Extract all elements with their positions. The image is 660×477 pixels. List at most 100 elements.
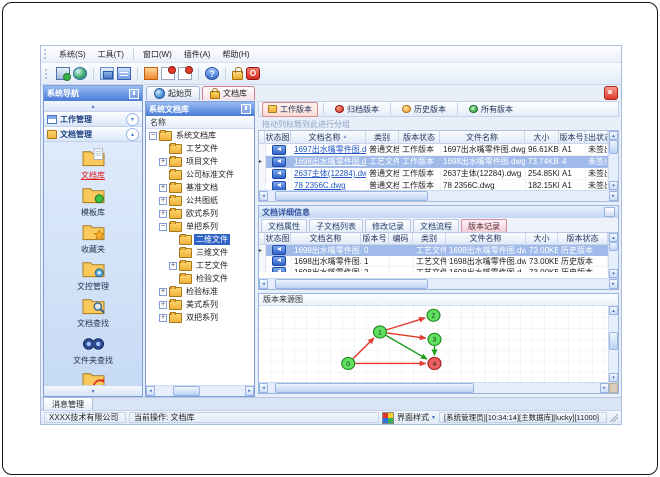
toolbar-grip[interactable] (45, 68, 50, 79)
tree-node-9[interactable]: 三维文件 (146, 246, 254, 259)
scroll-thumb[interactable] (609, 332, 618, 350)
sidebar-item-5[interactable]: 文件夹查找 (73, 332, 113, 366)
tree-node-11[interactable]: 检验文件 (146, 272, 254, 285)
version-button-3[interactable]: 所有版本 (463, 102, 519, 117)
column-header-2[interactable]: 版本号 (361, 233, 389, 245)
cell-1-7[interactable]: 历史版本 (559, 256, 608, 267)
message-manager-tab[interactable]: 消息管理 (43, 397, 93, 410)
tree-node-8[interactable]: 二维文件 (146, 233, 254, 246)
scroll-right-button[interactable]: ▸ (609, 279, 618, 289)
cell-2-1[interactable]: 2637主体(12284).dwg (292, 168, 367, 180)
scroll-up-button[interactable]: ▴ (609, 233, 618, 242)
cell-0-4[interactable]: 1697出水嘴零件图.dwg (441, 144, 526, 156)
doc-badge-icon[interactable] (161, 66, 176, 80)
column-header-2[interactable]: 类别 (366, 131, 399, 144)
menu-item-1[interactable]: 工具(T) (92, 48, 130, 61)
detail-tab-2[interactable]: 修改记录 (365, 219, 411, 232)
scroll-right-button[interactable]: ▸ (245, 386, 254, 396)
cell-0-2[interactable]: 普通文档 (367, 144, 400, 156)
cell-2-7[interactable]: 历史版本 (559, 267, 608, 272)
sidebar-group-doc[interactable]: 文档管理 (44, 127, 142, 142)
cell-3-0[interactable] (266, 180, 292, 190)
column-header-4[interactable]: 类别 (413, 233, 446, 245)
scroll-left-button[interactable]: ◂ (259, 279, 268, 289)
tree-node-0[interactable]: − 系统文档库 (146, 129, 254, 142)
version-button-1[interactable]: 归档版本 (329, 102, 385, 117)
column-header-3[interactable]: 版本状态 (399, 131, 440, 144)
tree-node-10[interactable]: + 工艺文件 (146, 259, 254, 272)
scroll-up-button[interactable]: ▴ (609, 306, 618, 315)
cell-2-4[interactable]: 工艺文件 (414, 267, 447, 272)
cell-1-6[interactable]: 73.00KB (527, 256, 559, 267)
cell-3-4[interactable]: 78 2356C.dwg (441, 180, 526, 190)
tree-node-7[interactable]: − 单把系列 (146, 220, 254, 233)
scroll-track[interactable] (268, 279, 609, 289)
tree-node-6[interactable]: + 欧式系列 (146, 207, 254, 220)
cell-3-6[interactable]: A1 (560, 180, 586, 190)
theme-palette-icon[interactable] (382, 411, 395, 424)
chevron-down-icon[interactable] (126, 112, 139, 126)
cell-2-2[interactable]: 2 (362, 267, 390, 272)
doc-badge2-icon[interactable] (178, 66, 193, 80)
lock-icon[interactable] (232, 67, 243, 80)
tree-node-1[interactable]: 工艺文件 (146, 142, 254, 155)
cell-0-1[interactable]: 1697出水嘴零件图.dwg (292, 144, 367, 156)
sidebar-item-1[interactable]: 模板库 (81, 184, 106, 218)
cell-1-5[interactable]: 1698出水嘴零件图.dwg (447, 256, 527, 267)
tree-hscrollbar[interactable]: ◂ ▸ (146, 385, 254, 396)
scroll-thumb[interactable] (274, 191, 429, 201)
cell-2-0[interactable] (266, 267, 292, 272)
detail-tab-4[interactable]: 版本记录 (461, 219, 507, 232)
close-tab-button[interactable] (604, 86, 618, 100)
cell-1-0[interactable] (266, 156, 292, 168)
grid-vscrollbar[interactable]: ▴ ▾ (608, 131, 618, 190)
cell-2-2[interactable]: 普通文档 (367, 168, 400, 180)
detail-tab-0[interactable]: 文档属性 (261, 219, 307, 232)
expand-icon[interactable]: + (169, 261, 177, 270)
graph-vscrollbar[interactable]: ▴ ▾ (608, 306, 618, 382)
monitor-icon[interactable] (56, 67, 71, 81)
grid-hscrollbar[interactable]: ◂ ▸ (259, 278, 618, 289)
collapse-icon[interactable]: − (149, 131, 157, 140)
expand-icon[interactable]: + (159, 157, 167, 166)
column-header-7[interactable]: 签出状态 (585, 131, 608, 144)
exit-icon[interactable] (246, 67, 260, 80)
scroll-down-button[interactable]: ▾ (609, 373, 618, 382)
cell-2-7[interactable]: 未签出 (586, 168, 608, 180)
column-header-0[interactable]: 状态图 (265, 233, 291, 245)
expand-icon[interactable]: + (159, 183, 167, 192)
scroll-thumb[interactable] (173, 386, 200, 396)
cell-0-3[interactable] (390, 245, 414, 256)
cell-1-4[interactable]: 工艺文件 (414, 256, 447, 267)
cell-0-1[interactable]: 1698出水嘴零件图.dwg (292, 245, 362, 256)
pin-icon[interactable] (129, 88, 139, 99)
column-header-3[interactable]: 编码 (389, 233, 413, 245)
cell-2-5[interactable]: 1698出水嘴零件图.d (447, 267, 527, 272)
cell-2-5[interactable]: 254.85KB (526, 168, 560, 180)
detail-panel-button[interactable] (604, 207, 615, 217)
tab-start-page[interactable]: 起始页 (146, 86, 200, 100)
column-header-6[interactable]: 版本号 (559, 131, 585, 144)
table-row-1[interactable]: 1698出水嘴零件图.dwg1工艺文件1698出水嘴零件图.dwg73.00KB… (259, 256, 608, 267)
cell-1-6[interactable]: 4 (560, 156, 586, 168)
scroll-left-button[interactable]: ◂ (259, 191, 268, 201)
tree-node-2[interactable]: + 项目文件 (146, 155, 254, 168)
sidebar-item-4[interactable]: 文档查找 (77, 295, 109, 329)
table-row-0[interactable]: 1698出水嘴零件图.dwg0工艺文件1698出水嘴零件图.dwg73.00KB… (259, 245, 608, 256)
grid-vscrollbar[interactable]: ▴ ▾ (608, 233, 618, 278)
cell-3-7[interactable]: 未签出 (586, 180, 608, 190)
column-header-0[interactable]: 状态图 (265, 131, 291, 144)
cell-0-7[interactable]: 历史版本 (559, 245, 608, 256)
cell-1-3[interactable] (390, 256, 414, 267)
scroll-thumb[interactable] (274, 279, 429, 289)
table-row-1[interactable]: 1698出水嘴零件图.dwg工艺文件工作版本1698出水嘴零件图.dwg73.7… (259, 156, 608, 168)
cell-3-3[interactable]: 工作版本 (400, 180, 441, 190)
cell-1-4[interactable]: 1698出水嘴零件图.dwg (441, 156, 526, 168)
scroll-thumb[interactable] (274, 383, 474, 393)
scroll-left-button[interactable]: ◂ (259, 383, 268, 393)
cell-0-0[interactable] (266, 245, 292, 256)
cell-0-6[interactable]: 73.00KB (527, 245, 559, 256)
menu-item-4[interactable]: 帮助(H) (216, 48, 255, 61)
expand-icon[interactable]: + (159, 300, 167, 309)
scroll-thumb[interactable] (609, 140, 618, 155)
